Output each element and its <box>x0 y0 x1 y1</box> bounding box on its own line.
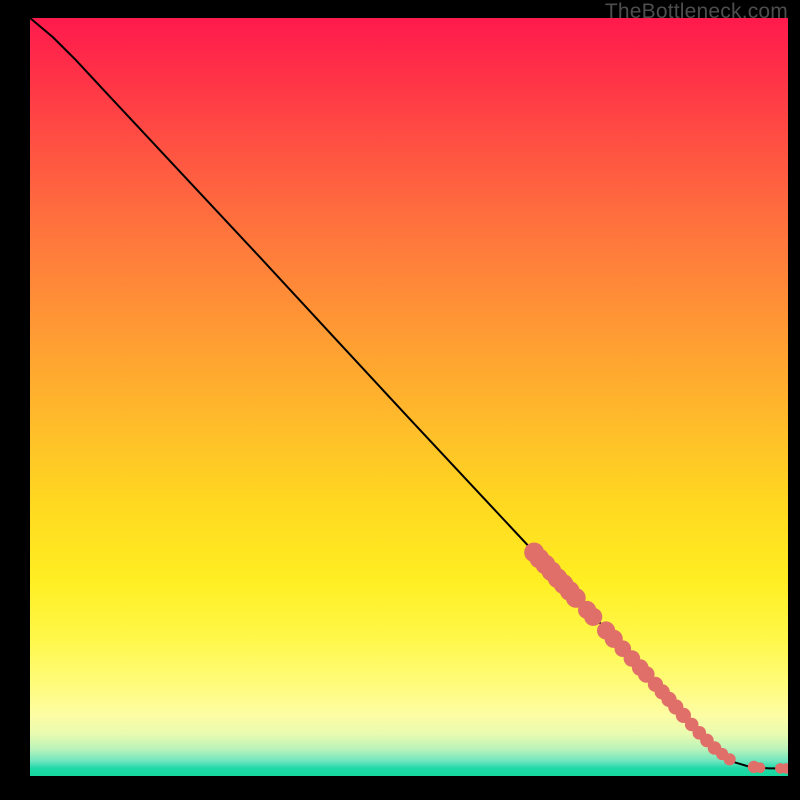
chart-svg <box>30 18 788 776</box>
chart-frame: TheBottleneck.com <box>0 0 800 800</box>
marker-dot <box>584 608 602 626</box>
curve-line <box>30 18 788 768</box>
watermark-text: TheBottleneck.com <box>605 0 788 24</box>
marker-dot <box>724 753 736 765</box>
curve-markers <box>524 543 788 774</box>
marker-dot <box>755 762 766 773</box>
plot-area <box>30 18 788 776</box>
